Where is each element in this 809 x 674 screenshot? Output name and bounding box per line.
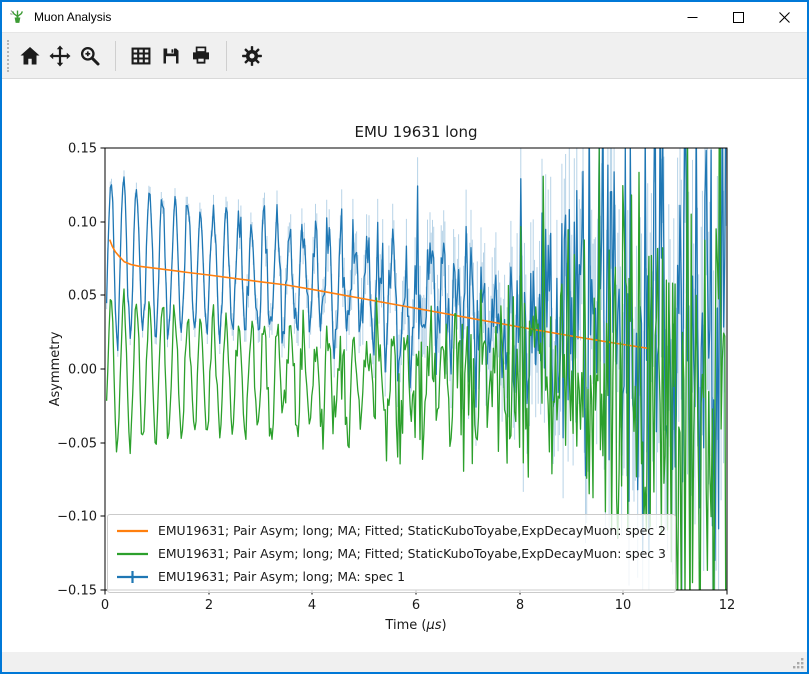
- svg-text:−0.15: −0.15: [57, 584, 97, 599]
- legend-entry: EMU19631; Pair Asym; long; MA: spec 1: [116, 565, 666, 588]
- svg-text:0: 0: [101, 598, 109, 613]
- maximize-button[interactable]: [715, 2, 761, 32]
- legend-label: EMU19631; Pair Asym; long; MA; Fitted; S…: [158, 523, 666, 538]
- titlebar[interactable]: Muon Analysis: [2, 2, 807, 32]
- toolbar-drag-handle[interactable]: [7, 40, 9, 72]
- close-icon: [779, 12, 790, 23]
- home-button[interactable]: [15, 41, 45, 71]
- chart-title: EMU 19631 long: [354, 123, 477, 141]
- svg-text:2: 2: [205, 598, 213, 613]
- y-axis-label: Asymmetry: [48, 331, 63, 406]
- legend-errorbar-sample: [116, 570, 149, 584]
- matplotlib-toolbar: [2, 32, 807, 79]
- pan-button[interactable]: [45, 41, 75, 71]
- svg-text:0.05: 0.05: [68, 289, 97, 304]
- svg-text:10: 10: [615, 598, 632, 613]
- plot-canvas[interactable]: 0 2 4 6 8 10 12 0.15 0.10 0.05 0.00 −0.0…: [2, 80, 807, 654]
- svg-text:12: 12: [719, 598, 736, 613]
- window: Muon Analysis: [0, 0, 809, 674]
- minimize-icon: [687, 12, 698, 23]
- y-axis-ticks: [101, 148, 106, 590]
- x-axis-tick-labels: 0 2 4 6 8 10 12: [101, 598, 735, 613]
- toolbar-separator: [226, 41, 227, 71]
- settings-button[interactable]: [237, 41, 267, 71]
- print-button[interactable]: [186, 41, 216, 71]
- resize-grip[interactable]: [791, 656, 804, 669]
- legend-entry: EMU19631; Pair Asym; long; MA; Fitted; S…: [116, 542, 666, 565]
- minimize-button[interactable]: [669, 2, 715, 32]
- svg-text:4: 4: [308, 598, 316, 613]
- legend-label: EMU19631; Pair Asym; long; MA; Fitted; S…: [158, 546, 666, 561]
- svg-text:0.00: 0.00: [68, 363, 97, 378]
- maximize-icon: [733, 12, 744, 23]
- save-button[interactable]: [156, 41, 186, 71]
- print-icon: [189, 44, 213, 68]
- legend-entry: EMU19631; Pair Asym; long; MA; Fitted; S…: [116, 519, 666, 542]
- settings-gear-icon: [240, 44, 264, 68]
- close-button[interactable]: [761, 2, 807, 32]
- window-title: Muon Analysis: [34, 10, 111, 24]
- y-axis-tick-labels: 0.15 0.10 0.05 0.00 −0.05 −0.10 −0.15: [57, 142, 97, 599]
- subplots-button[interactable]: [126, 41, 156, 71]
- svg-text:8: 8: [516, 598, 524, 613]
- window-controls: [669, 2, 807, 32]
- pan-icon: [48, 44, 72, 68]
- save-icon: [159, 44, 183, 68]
- zoom-to-rect-icon: [78, 44, 102, 68]
- legend-line-sample: [116, 547, 149, 561]
- svg-text:−0.10: −0.10: [57, 510, 97, 525]
- legend-label: EMU19631; Pair Asym; long; MA: spec 1: [158, 569, 405, 584]
- plot-legend: EMU19631; Pair Asym; long; MA; Fitted; S…: [107, 514, 676, 593]
- svg-text:6: 6: [412, 598, 420, 613]
- subplots-grid-icon: [129, 44, 153, 68]
- home-icon: [18, 44, 42, 68]
- svg-text:0.15: 0.15: [68, 142, 97, 157]
- statusbar: [2, 652, 807, 672]
- svg-text:0.10: 0.10: [68, 216, 97, 231]
- toolbar-separator: [115, 41, 116, 71]
- svg-text:−0.05: −0.05: [57, 437, 97, 452]
- x-axis-label: Time (μs): [384, 618, 446, 633]
- app-icon: [9, 9, 26, 26]
- zoom-button[interactable]: [75, 41, 105, 71]
- legend-line-sample: [116, 524, 149, 538]
